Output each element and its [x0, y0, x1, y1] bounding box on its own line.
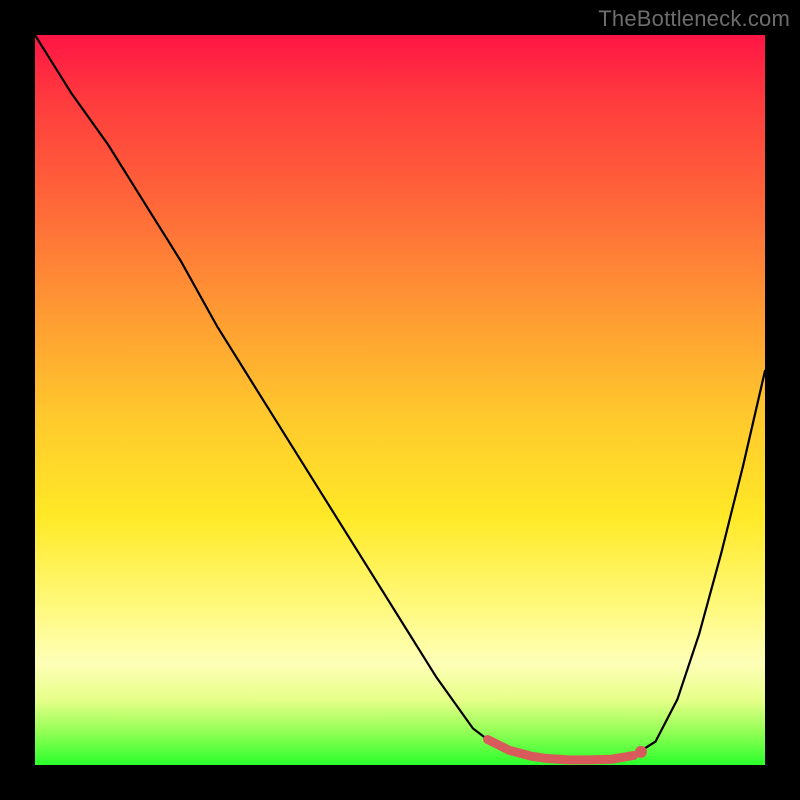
watermark-text: TheBottleneck.com	[598, 6, 790, 32]
flat-region-highlight	[488, 740, 634, 760]
bottleneck-curve	[35, 35, 765, 760]
chart-container: TheBottleneck.com	[0, 0, 800, 800]
plot-area	[35, 35, 765, 765]
curve-layer	[35, 35, 765, 765]
flat-region-end-dot	[635, 746, 647, 758]
